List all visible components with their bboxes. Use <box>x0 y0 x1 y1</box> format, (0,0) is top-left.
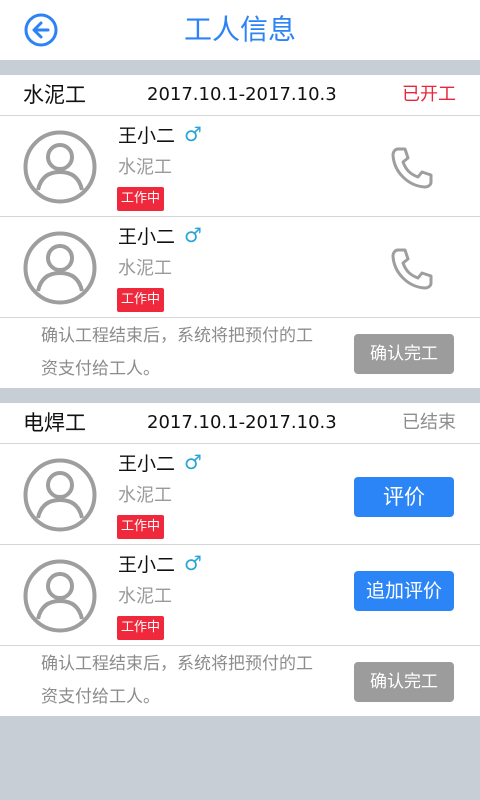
group-header: 水泥工 2017.10.1-2017.10.3 已开工 <box>0 75 480 116</box>
worker-role: 水泥工 <box>118 157 172 178</box>
worker-row: 王小二 ♂ 水泥工 工作中 评价 <box>0 444 480 545</box>
worker-row: 王小二 ♂ 水泥工 工作中 <box>0 116 480 217</box>
phone-icon[interactable] <box>389 246 435 292</box>
male-icon: ♂ <box>184 223 202 247</box>
trade-name: 电焊工 <box>23 411 86 435</box>
worker-role: 水泥工 <box>118 258 172 279</box>
settlement-note: 确认工程结束后，系统将把预付的工资支付给工人。 <box>41 326 313 379</box>
working-badge: 工作中 <box>117 187 165 211</box>
worker-name: 王小二 <box>118 125 176 147</box>
group-footer: 确认工程结束后，系统将把预付的工资支付给工人。 确认完工 <box>0 318 480 388</box>
avatar-icon <box>23 458 97 532</box>
group-header: 电焊工 2017.10.1-2017.10.3 已结束 <box>0 403 480 444</box>
status-label: 已开工 <box>402 84 456 105</box>
add-review-button[interactable]: 追加评价 <box>354 571 454 611</box>
working-badge: 工作中 <box>117 515 165 539</box>
worker-name: 王小二 <box>118 453 176 475</box>
avatar-icon <box>23 231 97 305</box>
worker-row: 王小二 ♂ 水泥工 工作中 <box>0 217 480 318</box>
phone-icon[interactable] <box>389 145 435 191</box>
worker-row: 王小二 ♂ 水泥工 工作中 追加评价 <box>0 545 480 646</box>
page-title: 工人信息 <box>183 13 296 46</box>
male-icon: ♂ <box>184 122 202 146</box>
date-range: 2017.10.1-2017.10.3 <box>147 412 337 433</box>
status-label: 已结束 <box>402 412 456 433</box>
worker-role: 水泥工 <box>118 586 172 607</box>
date-range: 2017.10.1-2017.10.3 <box>147 84 337 105</box>
settlement-note: 确认工程结束后，系统将把预付的工资支付给工人。 <box>41 654 313 707</box>
trade-group-cement: 水泥工 2017.10.1-2017.10.3 已开工 王小二 ♂ 水泥工 工作… <box>0 75 480 388</box>
trade-name: 水泥工 <box>23 83 86 107</box>
working-badge: 工作中 <box>117 616 165 640</box>
working-badge: 工作中 <box>117 288 165 312</box>
worker-role: 水泥工 <box>118 485 172 506</box>
top-bar: 工人信息 <box>0 0 480 60</box>
avatar-icon <box>23 559 97 633</box>
confirm-complete-button[interactable]: 确认完工 <box>354 662 454 702</box>
male-icon: ♂ <box>184 450 202 474</box>
group-footer: 确认工程结束后，系统将把预付的工资支付给工人。 确认完工 <box>0 646 480 716</box>
male-icon: ♂ <box>184 551 202 575</box>
confirm-complete-button[interactable]: 确认完工 <box>354 334 454 374</box>
worker-name: 王小二 <box>118 226 176 248</box>
trade-group-welder: 电焊工 2017.10.1-2017.10.3 已结束 王小二 ♂ 水泥工 工作… <box>0 403 480 716</box>
avatar-icon <box>23 130 97 204</box>
worker-name: 王小二 <box>118 554 176 576</box>
rate-button[interactable]: 评价 <box>354 477 454 517</box>
